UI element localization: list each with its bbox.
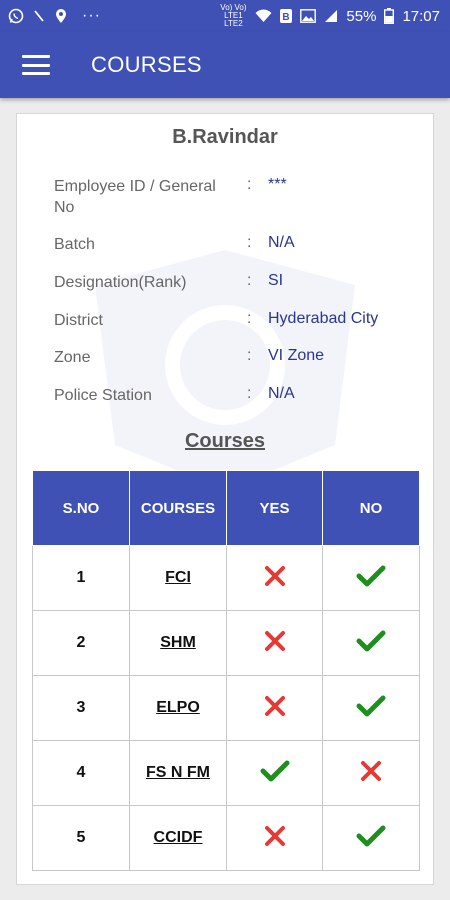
table-row: 3 ELPO: [32, 675, 420, 741]
courses-heading: Courses: [184, 430, 266, 452]
phone-missed-icon: [32, 9, 46, 23]
info-label: District: [54, 312, 103, 329]
cross-icon: [264, 565, 286, 592]
column-header-courses: COURSES: [129, 470, 227, 546]
yes-cell: [226, 675, 323, 741]
no-cell: [322, 805, 420, 871]
more-notifications-icon: ···: [82, 7, 101, 24]
course-link[interactable]: FS N FM: [146, 764, 210, 781]
info-value: SI: [268, 272, 284, 289]
check-icon: [356, 694, 386, 723]
info-separator: :: [247, 234, 252, 251]
course-cell: FS N FM: [129, 740, 227, 806]
sno-cell: 3: [32, 675, 130, 741]
yes-cell: [226, 740, 323, 806]
network-label-bottom: LTE1 LTE2: [224, 11, 243, 28]
table-row: 4 FS N FM: [32, 740, 420, 806]
battery-percent: 55%: [346, 7, 377, 25]
info-separator: :: [247, 272, 252, 289]
course-link[interactable]: ELPO: [156, 699, 200, 716]
info-label: Employee ID / General No: [54, 178, 216, 216]
info-value: ***: [268, 176, 287, 193]
check-icon: [356, 629, 386, 658]
info-separator: :: [247, 310, 252, 327]
b-badge-icon: B: [280, 9, 293, 23]
course-link[interactable]: FCI: [165, 569, 191, 586]
hamburger-menu-icon[interactable]: [22, 55, 50, 75]
course-link[interactable]: CCIDF: [154, 829, 203, 846]
no-cell: [322, 740, 420, 806]
info-value: VI Zone: [268, 347, 325, 364]
signal-icon: [324, 9, 338, 23]
no-cell: [322, 610, 420, 676]
check-icon: [356, 824, 386, 853]
course-cell: SHM: [129, 610, 227, 676]
cross-icon: [264, 825, 286, 852]
course-cell: ELPO: [129, 675, 227, 741]
cross-icon: [264, 695, 286, 722]
no-cell: [322, 675, 420, 741]
info-separator: :: [247, 176, 252, 193]
info-separator: :: [247, 347, 252, 364]
column-header-yes: YES: [226, 470, 323, 546]
table-row: 2 SHM: [32, 610, 420, 676]
no-cell: [322, 545, 420, 611]
battery-icon: [384, 8, 395, 24]
sno-cell: 2: [32, 610, 130, 676]
table-row: 5 CCIDF: [32, 805, 420, 871]
course-link[interactable]: SHM: [160, 634, 196, 651]
yes-cell: [226, 610, 323, 676]
info-value: Hyderabad City: [268, 310, 379, 327]
check-icon: [260, 759, 290, 788]
image-icon: [300, 9, 317, 23]
info-value: N/A: [268, 234, 295, 251]
cross-icon: [360, 760, 382, 787]
svg-text:B: B: [283, 12, 290, 23]
courses-table: S.NO COURSES YES NO 1 FCI 2 SHM 3 ELPO 4…: [32, 470, 420, 871]
yes-cell: [226, 805, 323, 871]
column-header-no: NO: [322, 470, 420, 546]
course-cell: CCIDF: [129, 805, 227, 871]
employee-name: B.Ravindar: [172, 126, 278, 148]
page-title: COURSES: [91, 52, 202, 77]
info-label: Police Station: [54, 387, 152, 404]
sno-cell: 5: [32, 805, 130, 871]
column-header-sno: S.NO: [32, 470, 130, 546]
clock-time: 17:07: [402, 7, 440, 25]
info-label: Batch: [54, 236, 95, 253]
app-bar: COURSES: [0, 32, 450, 98]
info-separator: :: [247, 385, 252, 402]
sno-cell: 4: [32, 740, 130, 806]
status-bar: ··· Vo) Vo) LTE1 LTE2 B 55% 17:07: [0, 0, 450, 32]
cross-icon: [264, 630, 286, 657]
network-label: Vo) Vo) LTE1 LTE2: [219, 4, 247, 28]
whatsapp-icon: [8, 8, 24, 24]
course-cell: FCI: [129, 545, 227, 611]
info-label: Zone: [54, 349, 91, 366]
table-header-row: S.NO COURSES YES NO: [32, 470, 420, 546]
sno-cell: 1: [32, 545, 130, 611]
location-icon: [54, 8, 68, 24]
info-value: N/A: [268, 385, 295, 402]
yes-cell: [226, 545, 323, 611]
info-label: Designation(Rank): [54, 274, 187, 291]
wifi-icon: [255, 9, 272, 23]
table-row: 1 FCI: [32, 545, 420, 611]
check-icon: [356, 564, 386, 593]
